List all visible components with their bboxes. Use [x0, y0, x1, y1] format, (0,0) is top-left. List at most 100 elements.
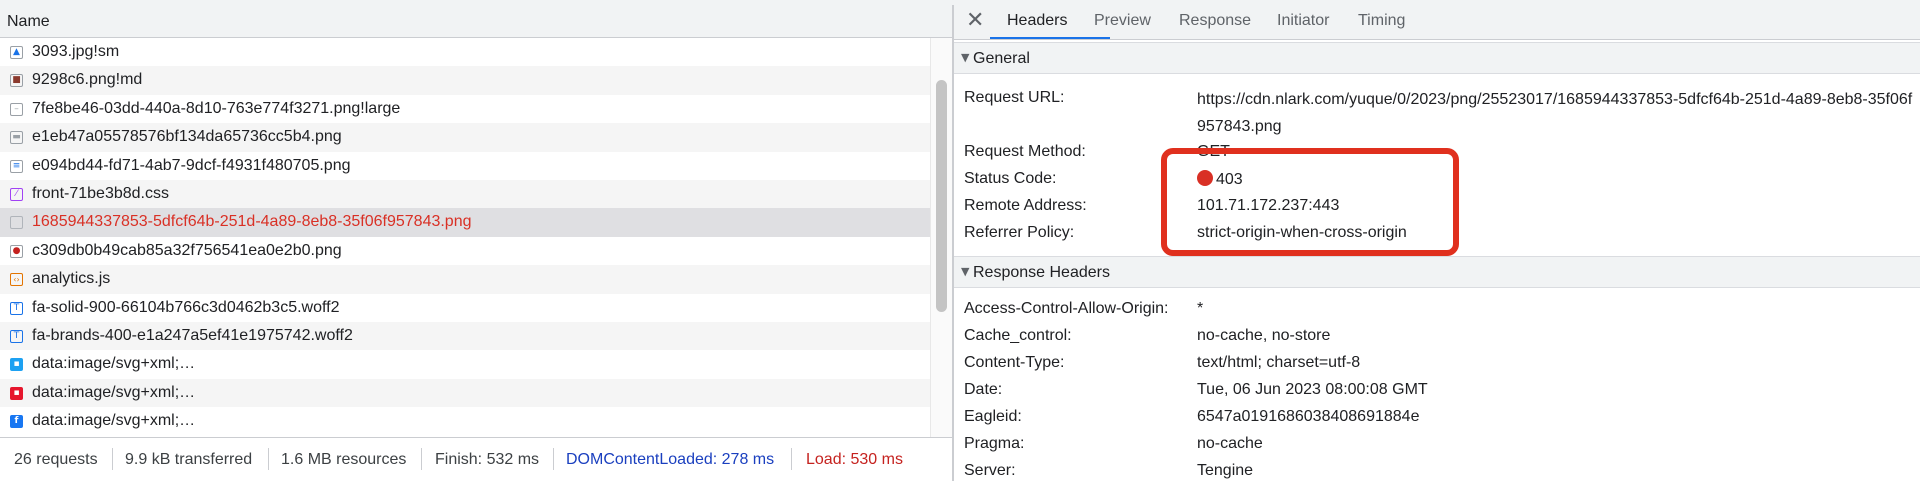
request-name: e1eb47a05578576bf134da65736cc5b4.png [32, 128, 342, 146]
name-column-label: Name [7, 13, 50, 30]
tab-initiator[interactable]: Initiator [1277, 12, 1329, 30]
expand-triangle-icon: ▼ [961, 51, 970, 64]
request-name: c309db0b49cab85a32f756541ea0e2b0.png [32, 241, 342, 259]
general-section-header[interactable]: ▼ General [954, 42, 1920, 74]
header-key: Cache_control: [964, 327, 1072, 344]
divider [268, 448, 269, 470]
request-name: front-71be3b8d.css [32, 184, 169, 202]
stylesheet-icon: ⁄ [10, 187, 23, 201]
referrer-policy-row: Referrer Policy: strict-origin-when-cros… [954, 221, 1920, 248]
request-name: e094bd44-fd71-4ab7-9dcf-f4931f480705.png [32, 156, 351, 174]
load-time: Load: 530 ms [806, 451, 903, 468]
response-headers-section-header[interactable]: ▼ Response Headers [954, 256, 1920, 288]
response-header-row: Content-Type: text/html; charset=utf-8 [954, 351, 1920, 378]
referrer-policy-label: Referrer Policy: [964, 224, 1075, 241]
request-row-selected[interactable]: 1685944337853-5dfcf64b-251d-4a89-8eb8-35… [0, 208, 930, 237]
header-value[interactable]: text/html; charset=utf-8 [1197, 354, 1360, 372]
image-icon: ● [10, 244, 23, 258]
status-code-label: Status Code: [964, 170, 1057, 187]
image-icon: ▲ [10, 46, 23, 59]
response-header-row: Cache_control: no-cache, no-store [954, 324, 1920, 351]
divider [112, 448, 113, 470]
weibo-icon: ▪ [10, 386, 23, 400]
request-row[interactable]: Tfa-solid-900-66104b766c3d0462b3c5.woff2 [0, 294, 930, 322]
active-tab-indicator [990, 37, 1110, 39]
header-key: Content-Type: [964, 354, 1065, 371]
expand-triangle-icon: ▼ [961, 265, 970, 278]
header-key: Pragma: [964, 435, 1025, 452]
transferred-size: 9.9 kB transferred [125, 451, 253, 468]
request-method-value[interactable]: GET [1197, 143, 1230, 161]
header-value[interactable]: * [1197, 300, 1203, 318]
facebook-icon: f [10, 415, 23, 429]
header-value[interactable]: no-cache [1197, 435, 1263, 453]
response-header-row: Eagleid: 6547a0191686038408691884e [954, 405, 1920, 432]
tab-response[interactable]: Response [1179, 12, 1251, 30]
header-value[interactable]: 6547a0191686038408691884e [1197, 408, 1419, 426]
details-tab-bar: ✕ Headers Preview Response Initiator Tim… [954, 5, 1920, 40]
close-icon[interactable]: ✕ [966, 8, 984, 33]
header-key: Server: [964, 462, 1016, 479]
request-row[interactable]: ▪ data:image/svg+xml;… [0, 350, 930, 378]
image-icon: ■ [10, 74, 23, 88]
request-rows: ▲ 3093.jpg!sm ■ 9298c6.png!md –7fe8be46-03… [0, 38, 930, 435]
divider [553, 448, 554, 470]
request-name: data:image/svg+xml;… [32, 383, 196, 401]
request-method-row: Request Method: GET [954, 140, 1920, 167]
request-row[interactable]: ● c309db0b49cab85a32f756541ea0e2b0.png [0, 237, 930, 265]
header-key: Date: [964, 381, 1003, 398]
request-row[interactable]: ▲ 3093.jpg!sm [0, 38, 930, 66]
request-row[interactable]: f data:image/svg+xml;… [0, 407, 930, 435]
remote-address-label: Remote Address: [964, 197, 1087, 214]
request-url-label: Request URL: [964, 89, 1065, 106]
list-scrollbar-thumb[interactable] [936, 80, 947, 312]
requests-count: 26 requests [14, 451, 98, 468]
status-code-text: 403 [1216, 171, 1243, 188]
request-name: 3093.jpg!sm [32, 43, 120, 60]
tab-timing[interactable]: Timing [1358, 12, 1405, 30]
request-row[interactable]: Tfa-brands-400-e1a247a5ef41e1975742.woff… [0, 321, 930, 351]
image-icon: ≡ [10, 159, 23, 173]
tab-preview[interactable]: Preview [1094, 12, 1151, 30]
response-header-row: Access-Control-Allow-Origin: * [954, 297, 1920, 324]
request-row[interactable]: ■ 9298c6.png!md [0, 66, 930, 95]
request-name: analytics.js [32, 270, 111, 288]
request-row[interactable]: ▪ data:image/svg+xml;… [0, 378, 930, 408]
request-name: 1685944337853-5dfcf64b-251d-4a89-8eb8-35… [32, 213, 472, 231]
network-summary-bar: 26 requests 9.9 kB transferred 1.6 MB re… [0, 437, 952, 481]
response-header-row: Date: Tue, 06 Jun 2023 08:00:08 GMT [954, 378, 1920, 405]
request-row[interactable]: ≡ e094bd44-fd71-4ab7-9dcf-f4931f480705.pn… [0, 152, 930, 180]
header-key: Access-Control-Allow-Origin: [964, 300, 1169, 317]
resources-size: 1.6 MB resources [281, 451, 407, 468]
request-name: 7fe8be46-03dd-440a-8d10-763e774f3271.png… [32, 99, 401, 117]
request-row[interactable]: –7fe8be46-03dd-440a-8d10-763e774f3271.pn… [0, 95, 930, 123]
request-name: 9298c6.png!md [32, 71, 143, 89]
image-icon: ▬ [10, 131, 23, 145]
status-code-row: Status Code: 403 [954, 167, 1920, 194]
header-value[interactable]: no-cache, no-store [1197, 327, 1330, 345]
section-title: General [973, 50, 1030, 67]
header-value[interactable]: Tue, 06 Jun 2023 08:00:08 GMT [1197, 381, 1428, 399]
request-name: fa-solid-900-66104b766c3d0462b3c5.woff2 [32, 298, 340, 316]
name-column-header[interactable]: Name [0, 5, 952, 38]
script-icon: ‹› [10, 273, 23, 287]
request-name: fa-brands-400-e1a247a5ef41e1975742.woff2 [32, 326, 353, 344]
image-icon [10, 216, 23, 230]
request-name: data:image/svg+xml;… [32, 355, 196, 373]
section-title: Response Headers [973, 264, 1110, 281]
status-code-value[interactable]: 403 [1197, 170, 1243, 189]
remote-address-value[interactable]: 101.71.172.237:443 [1197, 197, 1339, 215]
request-url-value[interactable]: https://cdn.nlark.com/yuque/0/2023/png/2… [1197, 86, 1917, 140]
tab-headers[interactable]: Headers [1007, 12, 1067, 30]
request-details-panel: ✕ Headers Preview Response Initiator Tim… [954, 5, 1920, 481]
request-method-label: Request Method: [964, 143, 1086, 160]
font-icon: T [10, 301, 23, 315]
header-value[interactable]: Tengine [1197, 462, 1253, 480]
request-name: data:image/svg+xml;… [32, 412, 196, 430]
request-row[interactable]: ▬ e1eb47a05578576bf134da65736cc5b4.png [0, 123, 930, 152]
request-row[interactable]: ⁄ front-71be3b8d.css [0, 179, 930, 209]
referrer-policy-value[interactable]: strict-origin-when-cross-origin [1197, 224, 1407, 242]
image-icon: – [10, 102, 23, 116]
request-row[interactable]: ‹› analytics.js [0, 265, 930, 294]
header-key: Eagleid: [964, 408, 1022, 425]
